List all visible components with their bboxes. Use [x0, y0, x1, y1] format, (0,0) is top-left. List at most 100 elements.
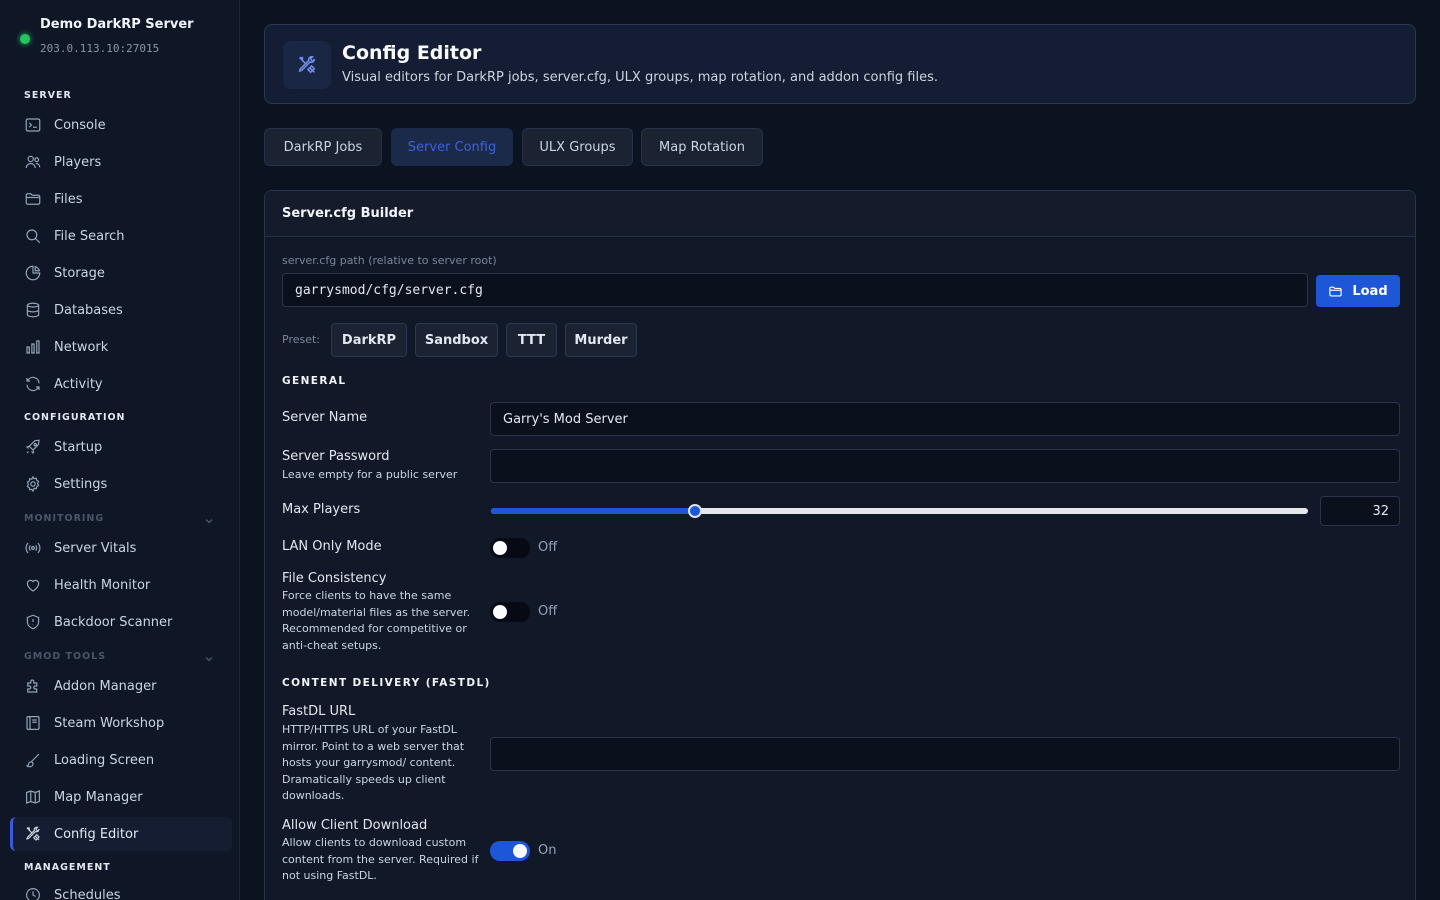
load-button[interactable]: Load [1316, 275, 1400, 307]
section-monitoring: MONITORING [24, 513, 105, 524]
toggle-knob [493, 605, 507, 619]
sidebar-item-label: File Search [54, 228, 125, 244]
file-consistency-label: File Consistency [282, 571, 387, 586]
fastdl-url-label: FastDL URL [282, 704, 356, 719]
file-consistency-state: Off [538, 604, 558, 619]
refresh-icon [24, 375, 42, 393]
sidebar-item-players[interactable]: Players [10, 145, 232, 179]
preset-darkrp-button[interactable]: DarkRP [331, 323, 407, 357]
path-label: server.cfg path (relative to server root… [282, 254, 497, 267]
server-name: Demo DarkRP Server [40, 17, 194, 32]
section-general: GENERAL [282, 375, 347, 387]
sidebar-item-console[interactable]: Console [10, 108, 232, 142]
lan-only-toggle[interactable] [490, 538, 530, 558]
sidebar-item-label: Server Vitals [54, 540, 137, 556]
folder-icon [1329, 286, 1343, 296]
sidebar-item-label: Players [54, 154, 102, 170]
fastdl-url-input[interactable] [490, 737, 1400, 771]
sidebar-item-label: Activity [54, 376, 103, 392]
tab-darkrp-jobs[interactable]: DarkRP Jobs [264, 128, 382, 166]
sidebar-item-schedules[interactable]: Schedules [10, 878, 232, 900]
sidebar-item-startup[interactable]: Startup [10, 430, 232, 464]
sidebar-item-network[interactable]: Network [10, 330, 232, 364]
page-subtitle: Visual editors for DarkRP jobs, server.c… [342, 70, 939, 85]
sidebar-item-label: Storage [54, 265, 105, 281]
sidebar-item-label: Startup [54, 439, 103, 455]
server-address: 203.0.113.10:27015 [40, 42, 160, 55]
status-online-icon [20, 34, 30, 44]
section-fastdl: CONTENT DELIVERY (FASTDL) [282, 677, 491, 689]
preset-sandbox-button[interactable]: Sandbox [415, 323, 498, 357]
gear-icon [24, 475, 42, 493]
section-server: SERVER [24, 90, 72, 101]
allow-download-toggle[interactable] [490, 841, 530, 861]
server-password-input[interactable] [490, 449, 1400, 483]
chevron-down-icon[interactable] [203, 512, 215, 524]
server-password-help: Leave empty for a public server [282, 468, 458, 481]
preset-ttt-button[interactable]: TTT [506, 323, 557, 357]
sidebar-item-label: Map Manager [54, 789, 143, 805]
toggle-knob [493, 541, 507, 555]
bar-chart-icon [24, 338, 42, 356]
sidebar-item-storage[interactable]: Storage [10, 256, 232, 290]
sidebar-item-label: Addon Manager [54, 678, 157, 694]
tab-ulx-groups[interactable]: ULX Groups [522, 128, 633, 166]
brush-icon [24, 751, 42, 769]
main-content: Config Editor Visual editors for DarkRP … [240, 0, 1440, 900]
sidebar: Demo DarkRP Server 203.0.113.10:27015 SE… [0, 0, 240, 900]
sidebar-item-config-editor[interactable]: Config Editor [10, 817, 232, 851]
shield-icon [24, 613, 42, 631]
slider-thumb[interactable] [688, 504, 703, 518]
server-password-label: Server Password [282, 449, 390, 464]
chevron-down-icon[interactable] [203, 650, 215, 662]
max-players-label: Max Players [282, 502, 361, 517]
sidebar-item-file-search[interactable]: File Search [10, 219, 232, 253]
sidebar-item-addon-manager[interactable]: Addon Manager [10, 669, 232, 703]
server-cfg-builder: Server.cfg Builder server.cfg path (rela… [264, 190, 1416, 900]
sidebar-item-label: Schedules [54, 887, 121, 900]
toggle-knob [513, 844, 527, 858]
page-title: Config Editor [342, 42, 482, 64]
slider-fill [491, 508, 696, 514]
sidebar-item-health-monitor[interactable]: Health Monitor [10, 568, 232, 602]
tab-server-config[interactable]: Server Config [391, 128, 513, 166]
cfg-path-input[interactable] [282, 273, 1308, 307]
sidebar-item-backdoor-scanner[interactable]: Backdoor Scanner [10, 605, 232, 639]
sidebar-item-settings[interactable]: Settings [10, 467, 232, 501]
sidebar-item-server-vitals[interactable]: Server Vitals [10, 531, 232, 565]
allow-download-help: Allow clients to download custom content… [282, 836, 479, 882]
sidebar-item-activity[interactable]: Activity [10, 367, 232, 401]
users-icon [24, 153, 42, 171]
file-consistency-toggle[interactable] [490, 602, 530, 622]
clock-icon [24, 886, 42, 900]
sidebar-item-label: Loading Screen [54, 752, 155, 768]
server-name-input[interactable] [490, 402, 1400, 436]
max-players-slider[interactable] [491, 504, 1308, 518]
sidebar-item-loading-screen[interactable]: Loading Screen [10, 743, 232, 777]
terminal-icon [24, 116, 42, 134]
book-icon [24, 714, 42, 732]
section-configuration: CONFIGURATION [24, 412, 126, 423]
section-management: MANAGEMENT [24, 862, 111, 873]
allow-download-state: On [538, 843, 557, 858]
sidebar-item-steam-workshop[interactable]: Steam Workshop [10, 706, 232, 740]
sidebar-item-map-manager[interactable]: Map Manager [10, 780, 232, 814]
broadcast-icon [24, 539, 42, 557]
sidebar-item-label: Databases [54, 302, 123, 318]
server-header: Demo DarkRP Server 203.0.113.10:27015 [0, 0, 239, 70]
pie-chart-icon [24, 264, 42, 282]
folder-icon [24, 190, 42, 208]
tools-icon [24, 825, 42, 843]
tab-map-rotation[interactable]: Map Rotation [641, 128, 763, 166]
load-button-label: Load [1352, 283, 1388, 299]
max-players-input[interactable] [1320, 496, 1400, 526]
sidebar-item-label: Settings [54, 476, 108, 492]
sidebar-item-label: Network [54, 339, 109, 355]
heart-icon [24, 576, 42, 594]
file-consistency-help: Force clients to have the same model/mat… [282, 589, 471, 652]
card-header: Server.cfg Builder [265, 191, 1415, 237]
preset-murder-button[interactable]: Murder [565, 323, 637, 357]
sidebar-item-files[interactable]: Files [10, 182, 232, 216]
sidebar-item-databases[interactable]: Databases [10, 293, 232, 327]
search-icon [24, 227, 42, 245]
